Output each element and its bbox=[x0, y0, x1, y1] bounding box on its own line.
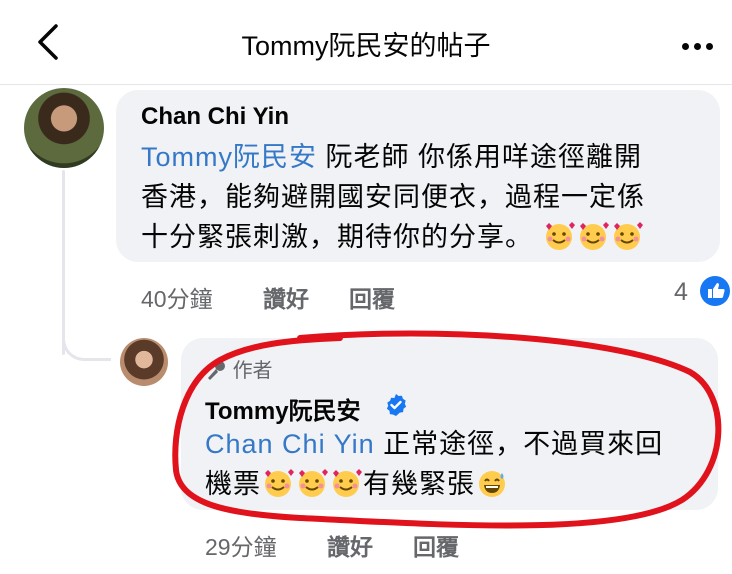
thumbs-up-icon bbox=[708, 283, 725, 298]
thread-connector bbox=[62, 320, 111, 361]
reply-button[interactable]: 回覆 bbox=[349, 280, 395, 314]
reply-text-line2-start: 機票 bbox=[205, 469, 261, 499]
comment-text: Tommy阮民安 阮老師 你係用咩途徑離開 香港，能夠避開國安同便衣，過程一定係… bbox=[141, 137, 709, 257]
comment-text-line2: 香港，能夠避開國安同便衣，過程一定係 bbox=[141, 182, 645, 212]
reaction-count[interactable]: 4 bbox=[674, 278, 688, 307]
mention-link[interactable]: Tommy阮民安 bbox=[141, 142, 317, 172]
reply-author-name[interactable]: Tommy阮民安 bbox=[205, 391, 361, 426]
smiling-face-with-hearts-icon bbox=[613, 222, 643, 250]
reply-button[interactable]: 回覆 bbox=[413, 528, 459, 562]
reply-timestamp: 29分鐘 bbox=[205, 534, 277, 560]
comment-timestamp: 40分鐘 bbox=[141, 286, 213, 312]
smiling-face-with-hearts-icon bbox=[333, 469, 362, 497]
page-title: Tommy阮民安的帖子 bbox=[241, 31, 491, 61]
author-badge-label: 作者 bbox=[232, 360, 273, 382]
smiling-face-with-hearts-icon bbox=[545, 222, 575, 250]
grinning-face-with-sweat-icon bbox=[479, 471, 505, 497]
more-horizontal-icon bbox=[682, 43, 689, 50]
microphone-icon bbox=[208, 361, 225, 380]
reaction-badge[interactable] bbox=[700, 276, 730, 306]
mention-link[interactable]: Chan Chi Yin bbox=[205, 429, 375, 459]
like-button[interactable]: 讚好 bbox=[327, 528, 373, 562]
verified-badge-icon bbox=[386, 394, 407, 416]
smiling-face-with-hearts-icon bbox=[579, 222, 609, 250]
reply-text-line2-end: 有幾緊張 bbox=[363, 469, 475, 499]
comment-text-line3: 十分緊張刺激，期待你的分享。 bbox=[141, 222, 533, 252]
avatar[interactable] bbox=[24, 88, 104, 168]
more-options-button[interactable] bbox=[682, 37, 722, 50]
smiling-face-with-hearts-icon bbox=[265, 469, 294, 497]
like-button[interactable]: 讚好 bbox=[263, 280, 309, 314]
author-badge: 作者 bbox=[205, 354, 273, 383]
comment-text-line1: 阮老師 你係用咩途徑離開 bbox=[317, 142, 643, 172]
reply-text-line1: 正常途徑，不過買來回 bbox=[374, 429, 664, 459]
comment-author-name[interactable]: Chan Chi Yin bbox=[141, 103, 289, 131]
reply-text: Chan Chi Yin 正常途徑，不過買來回 機票 有幾緊張 bbox=[205, 424, 705, 504]
avatar[interactable] bbox=[120, 338, 168, 386]
smiling-face-with-hearts-icon bbox=[299, 469, 328, 497]
top-bar: Tommy阮民安的帖子 bbox=[0, 0, 732, 85]
